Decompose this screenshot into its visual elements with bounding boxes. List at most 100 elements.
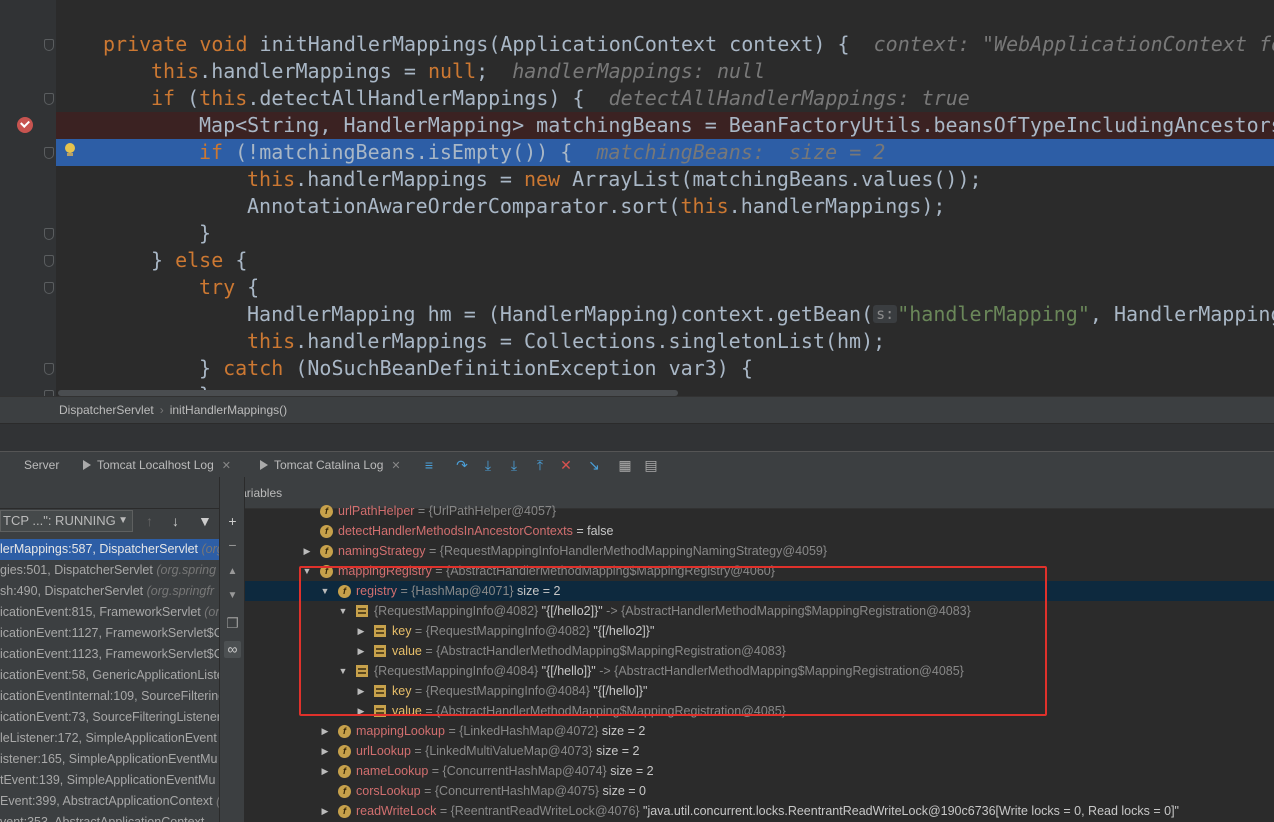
breadcrumb-class[interactable]: DispatcherServlet: [59, 403, 154, 417]
code-line[interactable]: AnnotationAwareOrderComparator.sort(this…: [56, 193, 1274, 220]
gutter-line[interactable]: [0, 112, 56, 139]
fold-marker-icon[interactable]: [44, 39, 54, 51]
gutter-line[interactable]: [0, 247, 56, 274]
variable-row[interactable]: ▼ f registry = {HashMap@4071} size = 2: [245, 581, 1274, 601]
expanded-arrow-icon[interactable]: ▼: [338, 601, 348, 621]
gutter-line[interactable]: [0, 328, 56, 355]
fold-marker-icon[interactable]: [44, 93, 54, 105]
variable-row[interactable]: ▼ {RequestMappingInfo@4084} "{[/hello]}" …: [245, 661, 1274, 681]
breadcrumb-method[interactable]: initHandlerMappings(): [170, 403, 287, 417]
code-line[interactable]: private void initHandlerMappings(Applica…: [56, 31, 1274, 58]
collapsed-arrow-icon[interactable]: ▶: [356, 641, 366, 661]
code-line[interactable]: if (!matchingBeans.isEmpty()) { matching…: [56, 139, 1274, 166]
add-watch-icon[interactable]: +: [224, 513, 241, 530]
variable-row[interactable]: f detectHandlerMethodsInAncestorContexts …: [245, 521, 1274, 541]
variables-tree[interactable]: f urlPathHelper = {UrlPathHelper@4057} f de…: [245, 501, 1274, 822]
code-line[interactable]: this.handlerMappings = null; handlerMapp…: [56, 58, 1274, 85]
variable-row[interactable]: ▶ key = {RequestMappingInfo@4084} "{[/hel…: [245, 681, 1274, 701]
code-line[interactable]: HandlerMapping hm = (HandlerMapping)cont…: [56, 301, 1274, 328]
expanded-arrow-icon[interactable]: ▼: [320, 581, 330, 601]
collapsed-arrow-icon[interactable]: ▶: [356, 681, 366, 701]
collapsed-arrow-icon[interactable]: ▶: [356, 621, 366, 641]
stack-frame[interactable]: icationEventInternal:109, SourceFilterin…: [0, 686, 219, 707]
code-line[interactable]: try {: [56, 274, 1274, 301]
stack-frame[interactable]: icationEvent:58, GenericApplicationListe: [0, 665, 219, 686]
step-over-icon[interactable]: ↷: [454, 457, 470, 473]
copy-icon[interactable]: ❐: [224, 615, 241, 632]
stack-frame[interactable]: lerMappings:587, DispatcherServlet (org.…: [0, 539, 219, 560]
expanded-arrow-icon[interactable]: ▼: [302, 561, 312, 581]
gutter-line[interactable]: [0, 58, 56, 85]
collapsed-arrow-icon[interactable]: ▶: [320, 741, 330, 761]
debug-tab-tomcat-catalina-log[interactable]: Tomcat Catalina Log ✕: [260, 452, 401, 478]
variable-row[interactable]: ▶ value = {AbstractHandlerMethodMapping$M…: [245, 701, 1274, 721]
gutter-line[interactable]: [0, 382, 56, 396]
arrow-down-icon[interactable]: ↓: [172, 513, 179, 529]
code-line[interactable]: } else {: [56, 247, 1274, 274]
thread-dropdown[interactable]: TCP ...": RUNNING ▼: [0, 510, 133, 532]
stack-frame[interactable]: icationEvent:1127, FrameworkServlet$C: [0, 623, 219, 644]
collapsed-arrow-icon[interactable]: ▶: [320, 801, 330, 821]
panel-splitter[interactable]: [0, 423, 1274, 451]
variable-row[interactable]: ▼ {RequestMappingInfo@4082} "{[/hello2]}"…: [245, 601, 1274, 621]
show-watches-icon[interactable]: ∞: [224, 641, 241, 658]
stack-frame[interactable]: leListener:172, SimpleApplicationEvent: [0, 728, 219, 749]
gutter-line[interactable]: [0, 193, 56, 220]
collapsed-arrow-icon[interactable]: ▶: [320, 721, 330, 741]
gutter-line[interactable]: [0, 355, 56, 382]
gutter-line[interactable]: [0, 166, 56, 193]
trace-icon[interactable]: ▤: [643, 457, 659, 473]
gutter-line[interactable]: [0, 274, 56, 301]
variable-row[interactable]: ▶ f urlLookup = {LinkedMultiValueMap@4073}…: [245, 741, 1274, 761]
intention-bulb-icon[interactable]: [64, 143, 76, 157]
code-line[interactable]: if (this.detectAllHandlerMappings) { det…: [56, 85, 1274, 112]
gutter-line[interactable]: [0, 139, 56, 166]
close-icon[interactable]: ✕: [222, 460, 231, 472]
stack-frame[interactable]: sh:490, DispatcherServlet (org.springfr: [0, 581, 219, 602]
expanded-arrow-icon[interactable]: ▼: [338, 661, 348, 681]
stack-frame[interactable]: Event:399, AbstractApplicationContext (o: [0, 791, 219, 812]
fold-marker-icon[interactable]: [44, 363, 54, 375]
run-to-cursor-icon[interactable]: ↘: [586, 457, 602, 473]
variable-row[interactable]: ▶ f mappingLookup = {LinkedHashMap@4072} s…: [245, 721, 1274, 741]
variable-row[interactable]: ▶ f nameLookup = {ConcurrentHashMap@4074} …: [245, 761, 1274, 781]
fold-marker-icon[interactable]: [44, 228, 54, 240]
variable-row[interactable]: ▶ f readWriteLock = {ReentrantReadWriteLoc…: [245, 801, 1274, 821]
variable-row[interactable]: ▶ f namingStrategy = {RequestMappingInfoHa…: [245, 541, 1274, 561]
fold-marker-icon[interactable]: [44, 282, 54, 294]
collapsed-arrow-icon[interactable]: ▶: [320, 761, 330, 781]
stack-frame[interactable]: tEvent:139, SimpleApplicationEventMu: [0, 770, 219, 791]
move-up-icon[interactable]: ▲: [224, 563, 241, 580]
step-out-icon[interactable]: ⤒: [532, 457, 548, 473]
variable-row[interactable]: f corsLookup = {ConcurrentHashMap@4075} s…: [245, 781, 1274, 801]
breakpoint-icon[interactable]: [17, 117, 33, 133]
editor-gutter[interactable]: [0, 0, 56, 396]
stack-frame[interactable]: gies:501, DispatcherServlet (org.spring: [0, 560, 219, 581]
code-line[interactable]: this.handlerMappings = Collections.singl…: [56, 328, 1274, 355]
evaluate-expression-icon[interactable]: ▦: [617, 457, 633, 473]
stack-frame[interactable]: icationEvent:1123, FrameworkServlet$C: [0, 644, 219, 665]
stack-frame[interactable]: istener:165, SimpleApplicationEventMu: [0, 749, 219, 770]
stack-frame[interactable]: icationEvent:815, FrameworkServlet (or: [0, 602, 219, 623]
drop-frame-icon[interactable]: ✕: [558, 457, 574, 473]
stack-frame[interactable]: vent:353, AbstractApplicationContext: [0, 812, 219, 822]
gutter-line[interactable]: [0, 301, 56, 328]
code-line[interactable]: Map<String, HandlerMapping> matchingBean…: [56, 112, 1274, 139]
collapsed-arrow-icon[interactable]: ▶: [302, 541, 312, 561]
variable-row[interactable]: ▶ value = {AbstractHandlerMethodMapping$M…: [245, 641, 1274, 661]
remove-watch-icon[interactable]: −: [224, 537, 241, 554]
gutter-line[interactable]: [0, 31, 56, 58]
arrow-up-icon[interactable]: ↑: [146, 513, 153, 529]
variable-row[interactable]: f urlPathHelper = {UrlPathHelper@4057}: [245, 501, 1274, 521]
show-execution-point-icon[interactable]: ≡: [421, 457, 437, 473]
force-step-into-icon[interactable]: ⤓: [506, 457, 522, 473]
gutter-line[interactable]: [0, 85, 56, 112]
gutter-line[interactable]: [0, 220, 56, 247]
close-icon[interactable]: ✕: [391, 460, 400, 472]
fold-marker-icon[interactable]: [44, 147, 54, 159]
debug-tab-tomcat-localhost-log[interactable]: Tomcat Localhost Log ✕: [83, 452, 231, 478]
variable-row[interactable]: ▶ key = {RequestMappingInfo@4082} "{[/hel…: [245, 621, 1274, 641]
step-into-icon[interactable]: ⤓: [480, 457, 496, 473]
fold-marker-icon[interactable]: [44, 255, 54, 267]
filter-icon[interactable]: ▼: [198, 513, 212, 529]
